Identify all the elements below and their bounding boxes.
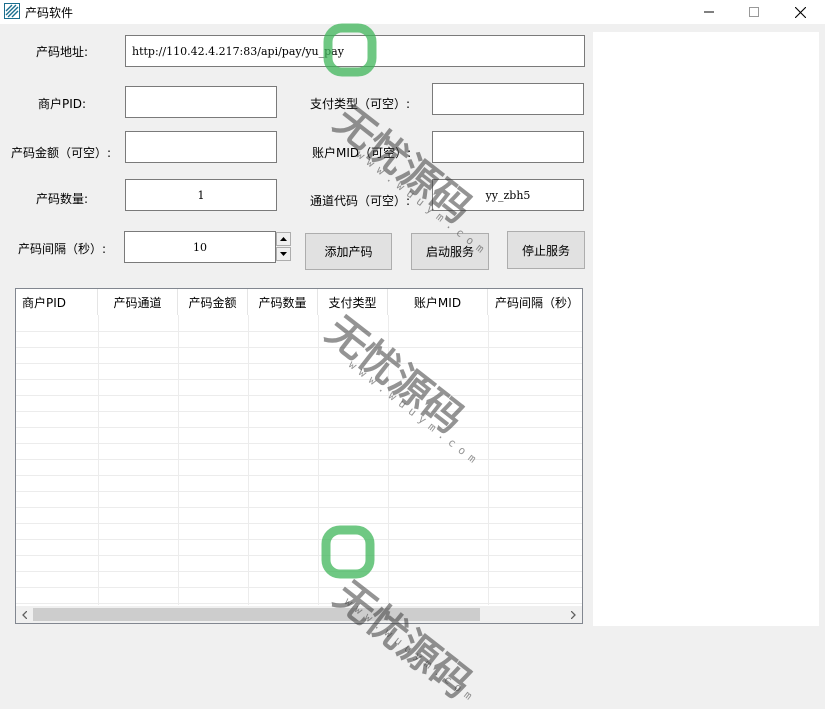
log-panel[interactable] <box>593 32 819 626</box>
scroll-right-button[interactable] <box>565 606 582 623</box>
interval-label: 产码间隔（秒）: <box>18 242 107 256</box>
maximize-icon <box>749 7 759 17</box>
url-label: 产码地址: <box>36 45 89 59</box>
chevron-right-icon <box>571 610 576 619</box>
column-header[interactable]: 商户PID <box>16 289 98 315</box>
column-header[interactable]: 产码通道 <box>98 289 178 315</box>
chevron-down-icon <box>280 252 287 256</box>
app-icon <box>4 3 20 19</box>
count-input[interactable]: 1 <box>125 179 277 211</box>
pay-type-input[interactable] <box>432 83 584 115</box>
code-table[interactable]: 商户PID 产码通道 产码金额 产码数量 支付类型 账户MID 产码间隔（秒） <box>15 288 583 624</box>
count-label: 产码数量: <box>36 192 89 206</box>
table-header: 商户PID 产码通道 产码金额 产码数量 支付类型 账户MID 产码间隔（秒） <box>16 289 582 315</box>
scrollbar-thumb[interactable] <box>33 608 480 621</box>
amount-input[interactable] <box>125 131 277 163</box>
window-title: 产码软件 <box>25 6 74 20</box>
interval-input[interactable]: 10 <box>124 231 276 263</box>
mid-label: 账户MID（可空）: <box>312 146 412 160</box>
start-service-button[interactable]: 启动服务 <box>411 233 489 270</box>
amount-label: 产码金额（可空）: <box>11 146 112 160</box>
minimize-icon <box>704 11 714 13</box>
maximize-button[interactable] <box>731 0 777 24</box>
mid-input[interactable] <box>432 131 584 163</box>
url-input[interactable]: http://110.42.4.217:83/api/pay/yu_pay <box>125 35 585 67</box>
interval-stepper <box>276 232 292 262</box>
stepper-up-button[interactable] <box>276 232 291 246</box>
column-header[interactable]: 产码数量 <box>248 289 318 315</box>
pid-label: 商户PID: <box>38 97 87 111</box>
stop-service-button[interactable]: 停止服务 <box>507 231 585 269</box>
close-icon <box>794 6 806 18</box>
close-button[interactable] <box>777 0 823 24</box>
scroll-left-button[interactable] <box>16 606 33 623</box>
channel-input[interactable]: yy_zbh5 <box>432 179 584 211</box>
stepper-down-button[interactable] <box>276 247 291 261</box>
table-gridlines <box>16 315 582 605</box>
minimize-button[interactable] <box>686 0 732 24</box>
chevron-left-icon <box>22 610 27 619</box>
horizontal-scrollbar[interactable] <box>16 606 582 623</box>
title-bar: 产码软件 <box>0 0 825 24</box>
chevron-up-icon <box>280 237 287 241</box>
column-header[interactable]: 支付类型 <box>318 289 388 315</box>
add-code-button[interactable]: 添加产码 <box>305 233 392 270</box>
pid-input[interactable] <box>125 86 277 118</box>
channel-label: 通道代码（可空）: <box>310 194 411 208</box>
column-header[interactable]: 产码金额 <box>178 289 248 315</box>
pay-type-label: 支付类型（可空）: <box>310 97 411 111</box>
column-header[interactable]: 账户MID <box>388 289 488 315</box>
column-header[interactable]: 产码间隔（秒） <box>488 289 582 315</box>
